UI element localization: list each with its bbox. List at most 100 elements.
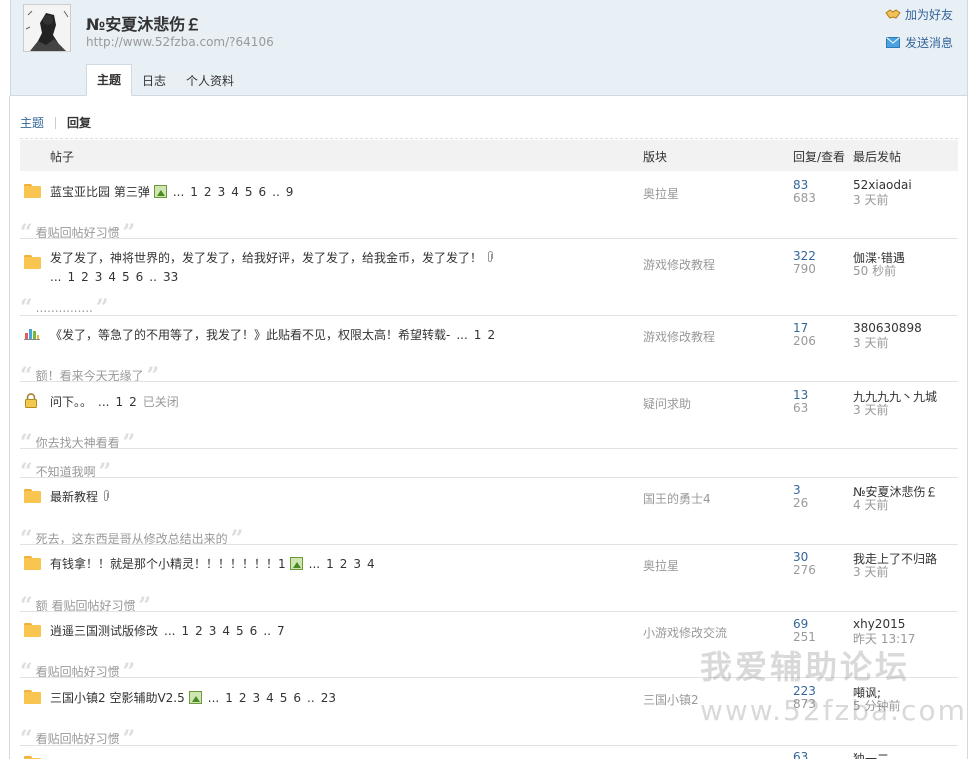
page-link[interactable]: 4: [231, 185, 239, 199]
thread-title[interactable]: 逍遥三国测试版修改... 1 2 3 4 5 6.. 7: [50, 622, 285, 639]
thread-forum[interactable]: 三国小镇2: [643, 691, 699, 708]
page-link[interactable]: 2: [129, 395, 137, 409]
page-link[interactable]: 4: [266, 691, 274, 705]
thread-title-text[interactable]: 有钱拿！！就是那个小精灵！！！！！！！1: [50, 557, 286, 571]
reply-count[interactable]: 83: [793, 178, 808, 192]
last-post-user[interactable]: 380630898: [853, 321, 922, 335]
page-link[interactable]: 2: [239, 691, 247, 705]
table-row[interactable]: 蓝宝亚比园 第三弹... 1 2 3 4 5 6.. 9 奥拉星 83 683 52xiaodai 3 …: [20, 178, 958, 210]
table-row[interactable]: 最新教程 国王的勇士4 3 26 №安夏沐悲伤￡ 4 天前: [20, 483, 958, 515]
tab-blog[interactable]: 日志: [132, 66, 176, 96]
thread-forum[interactable]: 奥拉星: [643, 557, 679, 574]
reply-count[interactable]: 17: [793, 321, 808, 335]
thread-forum[interactable]: 游戏修改教程: [643, 328, 715, 345]
thread-forum[interactable]: 奥拉星: [643, 185, 679, 202]
page-link[interactable]: 9: [286, 185, 294, 199]
thread-title[interactable]: 蓝宝亚比园 第三弹... 1 2 3 4 5 6.. 9: [50, 183, 293, 200]
send-message-button[interactable]: 发送消息: [885, 34, 953, 50]
last-post-user[interactable]: 独一二: [853, 750, 889, 759]
page-ellipsis: ...: [207, 691, 220, 705]
thread-title-text[interactable]: 发了发了，神将世界的，发了发了，给我好评，发了发了，给我金币，发了发了！: [50, 251, 482, 265]
thread-forum[interactable]: 国王的勇士4: [643, 490, 711, 507]
table-row[interactable]: 三国小镇2 空影辅助V2.5... 1 2 3 4 5 6.. 23 三国小镇2 223 873 噸讽…: [20, 684, 958, 716]
page-link[interactable]: 23: [321, 691, 336, 705]
thread-title-text[interactable]: 蓝宝亚比园 第三弹: [50, 185, 150, 199]
page-link[interactable]: 3: [218, 185, 226, 199]
row-divider: [20, 544, 958, 545]
thread-title-text[interactable]: 三国小镇2 空影辅助V2.5: [50, 691, 185, 705]
last-post-user[interactable]: xhy2015: [853, 617, 905, 631]
page-link[interactable]: 2: [340, 557, 348, 571]
add-friend-button[interactable]: 加为好友: [885, 6, 953, 22]
thread-title[interactable]: 问下。。... 1 2 已关闭: [50, 393, 179, 410]
reply-count[interactable]: 69: [793, 617, 808, 631]
page-link[interactable]: 4: [108, 270, 116, 284]
tab-profile[interactable]: 个人资料: [176, 66, 244, 96]
page-link[interactable]: 2: [81, 270, 89, 284]
page-link[interactable]: 1: [474, 328, 482, 342]
thread-title[interactable]: 《发了，等急了的不用等了，我发了！》此贴看不见，权限太高！希望转载-... 1 2: [50, 326, 495, 343]
page-link[interactable]: 4: [367, 557, 375, 571]
subnav-topics-link[interactable]: 主题: [20, 114, 44, 131]
reply-count[interactable]: 322: [793, 249, 816, 263]
last-post-user[interactable]: 52xiaodai: [853, 178, 912, 192]
table-row[interactable]: 63 独一二: [20, 750, 958, 759]
thread-title[interactable]: 三国小镇2 空影辅助V2.5... 1 2 3 4 5 6.. 23: [50, 689, 336, 706]
page-link[interactable]: 1: [115, 395, 123, 409]
page-link[interactable]: 6: [258, 185, 266, 199]
page-link[interactable]: 5: [236, 624, 244, 638]
page-link[interactable]: 6: [250, 624, 258, 638]
tab-topics[interactable]: 主题: [86, 64, 133, 96]
thread-title-text[interactable]: 问下。。: [50, 395, 92, 409]
thread-title[interactable]: 发了发了，神将世界的，发了发了，给我好评，发了发了，给我金币，发了发了！... 1…: [50, 249, 494, 284]
page-link[interactable]: 3: [95, 270, 103, 284]
quote-close-icon: ”: [146, 362, 160, 389]
page-link[interactable]: 1: [67, 270, 75, 284]
reply-count[interactable]: 13: [793, 388, 808, 402]
thread-forum[interactable]: 疑问求助: [643, 395, 691, 412]
thread-title-text[interactable]: 逍遥三国测试版修改: [50, 624, 158, 638]
table-row[interactable]: 问下。。... 1 2 已关闭 疑问求助 13 63 九九九九丶九城 3 天前: [20, 388, 958, 420]
table-row[interactable]: 《发了，等急了的不用等了，我发了！》此贴看不见，权限太高！希望转载-... 1 2 游…: [20, 321, 958, 353]
page-link[interactable]: 2: [195, 624, 203, 638]
page-link[interactable]: 6: [136, 270, 144, 284]
page-link[interactable]: 33: [163, 270, 178, 284]
thread-title-text[interactable]: 最新教程: [50, 490, 98, 504]
page-link[interactable]: 4: [222, 624, 230, 638]
page-link[interactable]: 5: [245, 185, 253, 199]
reply-count[interactable]: 3: [793, 483, 801, 497]
avatar[interactable]: [23, 4, 71, 52]
paperclip-icon: [486, 251, 494, 265]
profile-url[interactable]: http://www.52fzba.com/?64106: [86, 35, 274, 49]
view-count: 683: [793, 191, 816, 205]
thread-forum[interactable]: 小游戏修改交流: [643, 624, 727, 641]
last-post-time: 5 分钟前: [853, 699, 901, 713]
table-row[interactable]: 发了发了，神将世界的，发了发了，给我好评，发了发了，给我金币，发了发了！... 1…: [20, 246, 958, 286]
page-link[interactable]: 2: [487, 328, 495, 342]
page-link[interactable]: 1: [225, 691, 233, 705]
page-link[interactable]: 5: [122, 270, 130, 284]
page-link[interactable]: 3: [353, 557, 361, 571]
page-link[interactable]: 3: [252, 691, 260, 705]
reply-count[interactable]: 223: [793, 684, 816, 698]
page-link[interactable]: 7: [277, 624, 285, 638]
thread-title-text[interactable]: 《发了，等急了的不用等了，我发了！》此贴看不见，权限太高！希望转载-: [50, 328, 450, 342]
thread-forum[interactable]: 游戏修改教程: [643, 256, 715, 273]
reply-quote-text[interactable]: ...............: [36, 301, 93, 315]
table-row[interactable]: 有钱拿！！就是那个小精灵！！！！！！！1... 1 2 3 4 奥拉星 30 276 我走上了不…: [20, 550, 958, 582]
table-row[interactable]: 逍遥三国测试版修改... 1 2 3 4 5 6.. 7 小游戏修改交流 69 2 5 1 xhy2015…: [20, 617, 958, 649]
row-divider: [20, 745, 958, 746]
page-link[interactable]: 5: [280, 691, 288, 705]
subnav-replies-link[interactable]: 回复: [67, 114, 91, 131]
reply-count[interactable]: 63: [793, 750, 808, 759]
page-link[interactable]: 1: [190, 185, 198, 199]
page-link[interactable]: 1: [326, 557, 334, 571]
page-link[interactable]: 3: [209, 624, 217, 638]
page-link[interactable]: 6: [293, 691, 301, 705]
thread-title[interactable]: 最新教程: [50, 488, 110, 505]
page-link[interactable]: 2: [204, 185, 212, 199]
reply-count[interactable]: 30: [793, 550, 808, 564]
page-link[interactable]: 1: [181, 624, 189, 638]
thread-title[interactable]: 有钱拿！！就是那个小精灵！！！！！！！1... 1 2 3 4: [50, 555, 375, 572]
row-divider: [20, 238, 958, 239]
